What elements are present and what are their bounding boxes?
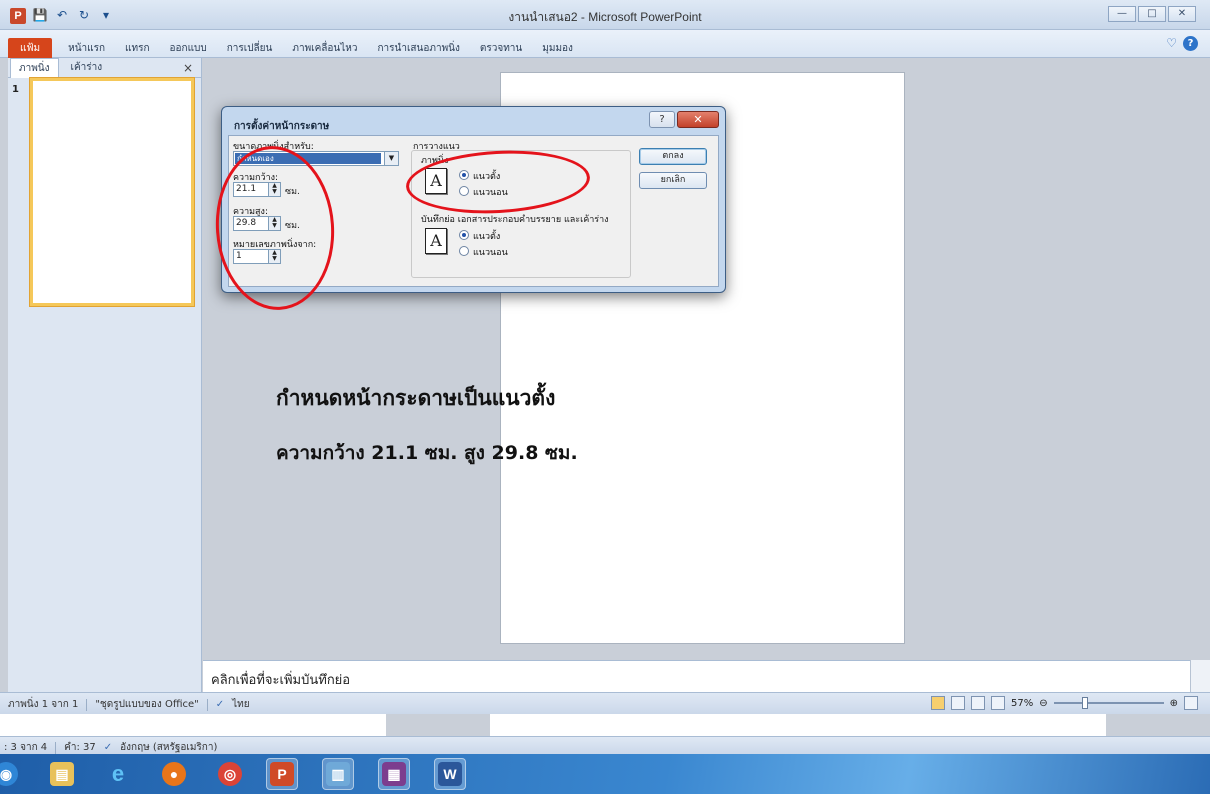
internet-explorer-icon[interactable]: e <box>102 758 134 790</box>
firefox-icon[interactable]: ● <box>158 758 190 790</box>
taskbar: ◉ ▤ e ● ◎ P ▥ ▦ W <box>0 754 1210 794</box>
window-controls: — □ ✕ <box>1108 6 1196 22</box>
tab-insert[interactable]: แทรก <box>121 40 153 57</box>
bg-page-count: : 3 จาก 4 <box>4 742 48 753</box>
notes-landscape-radio[interactable] <box>459 246 469 256</box>
zoom-out-icon[interactable]: ⊖ <box>1039 698 1047 709</box>
cancel-button[interactable]: ยกเลิก <box>639 172 707 189</box>
bg-word-count: คำ: 37 <box>64 742 96 753</box>
language-indicator[interactable]: ไทย <box>232 697 249 712</box>
notes-portrait-radio[interactable] <box>459 230 469 240</box>
notes-landscape-label[interactable]: แนวนอน <box>473 245 508 259</box>
dialog-close-button[interactable]: ✕ <box>677 111 719 128</box>
dialog-help-button[interactable]: ? <box>649 111 675 128</box>
notes-page-icon: A <box>425 228 447 254</box>
minimize-button[interactable]: — <box>1108 6 1136 22</box>
spellcheck-icon[interactable]: ✓ <box>216 699 224 710</box>
fit-to-window-button[interactable] <box>1184 696 1198 710</box>
slide-text-line-1[interactable]: กำหนดหน้ากระดาษเป็นแนวตั้ง <box>276 382 555 415</box>
slide-number: 1 <box>12 84 19 95</box>
ok-button[interactable]: ตกลง <box>639 148 707 165</box>
notes-orientation-label: บันทึกย่อ เอกสารประกอบคำบรรยาย และเค้าร่… <box>421 215 609 225</box>
dialog-title: การตั้งค่าหน้ากระดาษ <box>234 121 330 132</box>
winrar-icon[interactable]: ▦ <box>378 758 410 790</box>
zoom-slider[interactable] <box>1053 697 1164 709</box>
powerpoint-icon[interactable]: P <box>266 758 298 790</box>
word-icon[interactable]: W <box>434 758 466 790</box>
window-manager-icon[interactable]: ▥ <box>322 758 354 790</box>
maximize-button[interactable]: □ <box>1138 6 1166 22</box>
tab-outline[interactable]: เค้าร่าง <box>63 58 111 77</box>
slideshow-button[interactable] <box>990 696 1005 710</box>
background-status-bar: : 3 จาก 4 คำ: 37 ✓ อังกฤษ (สหรัฐอเมริกา) <box>0 736 1210 754</box>
window-title: งานนำเสนอ2 - Microsoft PowerPoint <box>508 10 702 24</box>
zoom-level[interactable]: 57% <box>1011 698 1033 709</box>
reading-view-button[interactable] <box>970 696 985 710</box>
theme-name[interactable]: "ชุดรูปแบบของ Office" <box>95 697 198 712</box>
title-bar: P 💾 ↶ ↻ ▾ งานนำเสนอ2 - Microsoft PowerPo… <box>0 0 1210 30</box>
close-panel-icon[interactable]: × <box>183 61 193 75</box>
tab-review[interactable]: ตรวจทาน <box>476 40 526 57</box>
bg-language[interactable]: อังกฤษ (สหรัฐอเมริกา) <box>120 740 217 755</box>
background-doc-page-2 <box>490 714 1106 736</box>
chevron-down-icon[interactable]: ▼ <box>384 152 398 165</box>
notes-scrollbar[interactable] <box>1190 660 1210 692</box>
ribbon-tabs: แฟ้ม หน้าแรก แทรก ออกแบบ การเปลี่ยน ภาพเ… <box>0 30 1210 59</box>
tab-view[interactable]: มุมมอง <box>538 40 577 57</box>
slide-sorter-button[interactable] <box>950 696 965 710</box>
slides-panel: ภาพนิ่ง เค้าร่าง × 1 <box>8 57 202 692</box>
tab-slides[interactable]: ภาพนิ่ง <box>10 57 59 78</box>
slide-count: ภาพนิ่ง 1 จาก 1 <box>8 699 79 710</box>
tab-file[interactable]: แฟ้ม <box>8 38 53 59</box>
normal-view-button[interactable] <box>930 696 945 710</box>
tab-animations[interactable]: ภาพเคลื่อนไหว <box>288 40 361 57</box>
background-doc-page <box>0 714 386 736</box>
close-button[interactable]: ✕ <box>1168 6 1196 22</box>
tab-slideshow[interactable]: การนำเสนอภาพนิ่ง <box>374 40 464 57</box>
tab-design[interactable]: ออกแบบ <box>166 40 211 57</box>
notes-pane[interactable]: คลิกเพื่อที่จะเพิ่มบันทึกย่อ <box>203 660 1200 692</box>
bg-spellcheck-icon[interactable]: ✓ <box>104 742 112 753</box>
zoom-slider-thumb[interactable] <box>1081 697 1088 709</box>
help-icon[interactable]: ? <box>1183 36 1198 51</box>
status-bar: ภาพนิ่ง 1 จาก 1 "ชุดรูปแบบของ Office" ✓ … <box>0 692 1210 714</box>
slide-text-line-2[interactable]: ความกว้าง 21.1 ซม. สูง 29.8 ซม. <box>276 438 578 468</box>
file-explorer-icon[interactable]: ▤ <box>46 758 78 790</box>
chrome-icon[interactable]: ◎ <box>214 758 246 790</box>
notes-placeholder: คลิกเพื่อที่จะเพิ่มบันทึกย่อ <box>211 673 351 688</box>
start-orb-icon[interactable]: ◉ <box>0 758 22 790</box>
notes-portrait-label[interactable]: แนวตั้ง <box>473 229 500 243</box>
tab-home[interactable]: หน้าแรก <box>64 40 109 57</box>
zoom-in-icon[interactable]: ⊕ <box>1170 698 1178 709</box>
slide-thumbnail[interactable] <box>30 78 194 306</box>
tab-transitions[interactable]: การเปลี่ยน <box>223 40 277 57</box>
minimize-ribbon-icon[interactable]: ♡ <box>1166 36 1177 51</box>
